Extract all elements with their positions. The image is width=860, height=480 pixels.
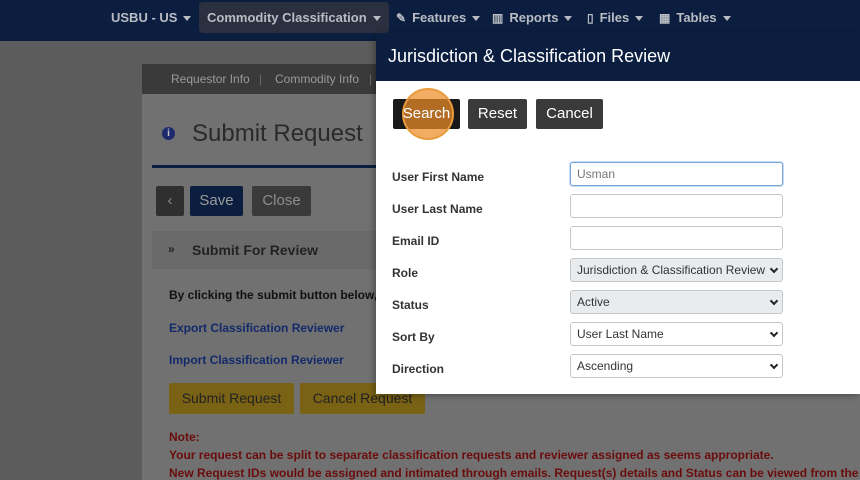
chevron-down-icon: [472, 16, 481, 22]
tab-separator: |: [369, 72, 373, 86]
direction-label: Direction: [392, 362, 445, 376]
info-icon: i: [162, 127, 175, 140]
email-label: Email ID: [392, 234, 440, 248]
nav-label: USBU - US: [111, 10, 178, 25]
submit-request-button[interactable]: Submit Request: [169, 383, 294, 414]
search-button-label[interactable]: Search: [393, 99, 460, 129]
email-input[interactable]: [570, 226, 783, 250]
direction-value: Ascending: [577, 359, 634, 373]
nav-item-tables[interactable]: ▦ Tables: [659, 0, 731, 35]
note-line: Your request can be split to separate cl…: [169, 448, 774, 462]
tab-requestor-info[interactable]: Requestor Info: [171, 64, 250, 94]
chevron-down-icon: [564, 16, 573, 22]
section-title: Submit For Review: [192, 242, 319, 258]
reset-button[interactable]: Reset: [468, 99, 527, 129]
save-button[interactable]: Save: [190, 186, 243, 216]
chevron-down-icon: [769, 264, 779, 274]
nav-label: Files: [599, 10, 630, 25]
role-value: Jurisdiction & Classification Review: [577, 263, 766, 277]
nav-label: Commodity Classification: [207, 10, 367, 25]
chevron-down-icon: [372, 16, 381, 22]
note-line: New Request IDs would be assigned and in…: [169, 466, 859, 480]
title-divider: [152, 165, 380, 168]
chevrons-down-icon: »: [168, 242, 175, 256]
cancel-button[interactable]: Cancel: [536, 99, 603, 129]
modal-title: Jurisdiction & Classification Review: [388, 46, 671, 66]
note-label: Note:: [169, 430, 200, 444]
sort-by-select[interactable]: User Last Name: [570, 322, 783, 346]
bar-chart-icon: ▥: [492, 11, 504, 25]
sort-by-label: Sort By: [392, 330, 435, 344]
tab-separator: |: [259, 72, 263, 86]
chevron-down-icon: [635, 16, 644, 22]
direction-select[interactable]: Ascending: [570, 354, 783, 378]
tab-commodity-info[interactable]: Commodity Info: [275, 64, 359, 94]
nav-item-reports[interactable]: ▥ Reports: [492, 0, 573, 35]
file-icon: ▯: [587, 11, 594, 25]
review-search-modal: Jurisdiction & Classification Review Sea…: [376, 33, 860, 394]
chevron-left-icon: ‹: [167, 192, 173, 209]
last-name-input[interactable]: [570, 194, 783, 218]
table-icon: ▦: [659, 11, 671, 25]
status-label: Status: [392, 298, 429, 312]
sort-by-value: User Last Name: [577, 327, 664, 341]
page-title: Submit Request: [192, 120, 363, 147]
nav-label: Tables: [676, 10, 717, 25]
nav-item-commodity-classification[interactable]: Commodity Classification: [199, 2, 389, 33]
nav-item-business-unit[interactable]: USBU - US: [111, 0, 192, 35]
first-name-label: User First Name: [392, 170, 485, 184]
nav-item-features[interactable]: ✎ Features: [396, 0, 481, 35]
request-tabs: Requestor Info | Commodity Info |: [142, 64, 382, 94]
chevron-down-icon: [769, 328, 779, 338]
status-select[interactable]: Active: [570, 290, 783, 314]
role-select[interactable]: Jurisdiction & Classification Review: [570, 258, 783, 282]
export-reviewer-link[interactable]: Export Classification Reviewer: [169, 321, 344, 335]
pen-icon: ✎: [396, 11, 407, 25]
modal-header: Jurisdiction & Classification Review: [376, 33, 860, 81]
nav-item-files[interactable]: ▯ Files: [587, 0, 644, 35]
chevron-down-icon: [769, 296, 779, 306]
submit-instruction: By clicking the submit button below,: [169, 288, 378, 302]
role-label: Role: [392, 266, 419, 280]
chevron-down-icon: [769, 360, 779, 370]
nav-label: Features: [412, 10, 467, 25]
last-name-label: User Last Name: [392, 202, 483, 216]
chevron-down-icon: [722, 16, 731, 22]
back-button[interactable]: ‹: [156, 186, 184, 216]
chevron-down-icon: [183, 16, 192, 22]
import-reviewer-link[interactable]: Import Classification Reviewer: [169, 353, 344, 367]
nav-label: Reports: [509, 10, 559, 25]
first-name-input[interactable]: [570, 162, 783, 186]
close-button[interactable]: Close: [252, 186, 311, 216]
status-value: Active: [577, 295, 610, 309]
